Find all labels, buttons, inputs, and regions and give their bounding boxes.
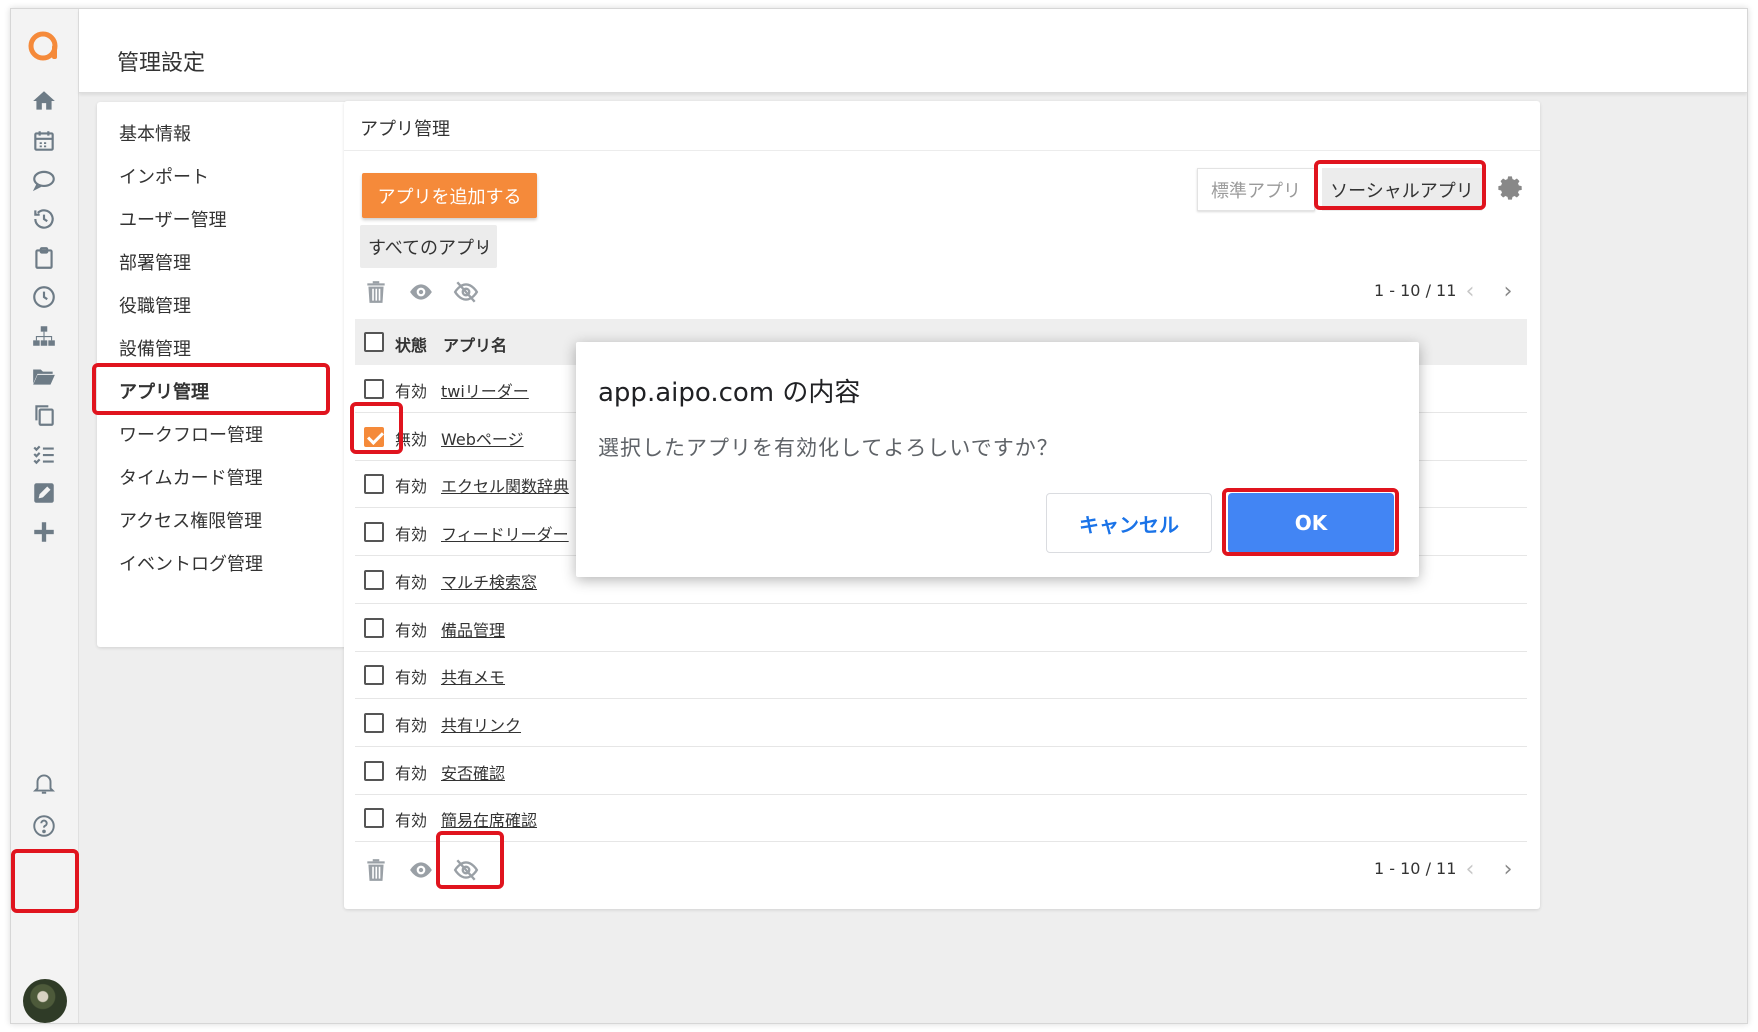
row-app-name-link[interactable]: twiリーダー [441, 378, 529, 402]
row-status: 有効 [395, 715, 428, 735]
row-app-name-link[interactable]: 簡易在席確認 [441, 807, 537, 831]
pager-text: 1 - 10 / 11 [1374, 859, 1457, 878]
settings-menu: 基本情報 インポート ユーザー管理 部署管理 役職管理 設備管理 アプリ管理 ワ… [97, 102, 372, 647]
sidebar-item-facilities[interactable]: 設備管理 [119, 335, 191, 361]
row-checkbox[interactable] [364, 760, 384, 781]
bell-icon[interactable] [27, 766, 61, 800]
checklist-icon[interactable] [27, 437, 61, 471]
plus-icon[interactable] [27, 515, 61, 549]
row-checkbox[interactable] [364, 569, 384, 590]
panel-title: アプリ管理 [360, 119, 450, 140]
clock-icon[interactable] [27, 280, 61, 314]
app-filter-select[interactable]: すべてのアプリ ⌄ [360, 225, 497, 268]
aipo-logo[interactable] [26, 29, 60, 63]
row-status: 有効 [395, 525, 428, 545]
page-title: 管理設定 [117, 51, 206, 76]
table-row: 有効 安否確認 [355, 747, 1527, 795]
gear-icon[interactable] [1496, 173, 1526, 203]
row-status: 有効 [395, 763, 428, 783]
user-avatar[interactable] [23, 979, 67, 1023]
sidebar-item-departments[interactable]: 部署管理 [119, 249, 191, 275]
dialog-message: 選択したアプリを有効化してよろしいですか？ [598, 436, 1059, 460]
table-row: 有効 共有リンク [355, 699, 1527, 747]
row-checkbox[interactable] [364, 617, 384, 638]
sidebar-item-eventlog[interactable]: イベントログ管理 [119, 550, 263, 576]
org-chart-icon[interactable] [27, 319, 61, 353]
hidden-eye-icon[interactable] [451, 855, 481, 885]
row-app-name-link[interactable]: 共有リンク [441, 712, 521, 736]
cancel-button[interactable]: キャンセル [1046, 493, 1212, 553]
folder-icon[interactable] [27, 359, 61, 393]
row-app-name-link[interactable]: 共有メモ [441, 664, 505, 688]
filter-selected-label: すべてのアプリ [368, 237, 493, 259]
row-checkbox[interactable] [364, 522, 384, 543]
row-checkbox[interactable] [364, 665, 384, 686]
sidebar-item-timecard[interactable]: タイムカード管理 [119, 464, 263, 490]
dialog-title: app.aipo.com の内容 [598, 378, 861, 408]
sidebar-item-basic-info[interactable]: 基本情報 [119, 120, 191, 146]
table-row: 有効 簡易在席確認 [355, 794, 1527, 843]
copy-icon[interactable] [27, 398, 61, 432]
tab-social-apps[interactable]: ソーシャルアプリ [1322, 168, 1482, 211]
help-icon[interactable] [27, 809, 61, 843]
tab-standard-apps[interactable]: 標準アプリ [1197, 168, 1315, 211]
row-app-name-link[interactable]: マルチ検索窓 [441, 569, 537, 593]
row-app-name-link[interactable]: 備品管理 [441, 617, 505, 641]
row-checkbox[interactable] [364, 474, 384, 495]
prev-page-button[interactable]: ‹ [1459, 281, 1481, 303]
add-app-button[interactable]: アプリを追加する [362, 173, 537, 218]
row-status: 無効 [395, 429, 428, 449]
trash-icon[interactable] [361, 855, 391, 885]
column-name: アプリ名 [443, 336, 508, 355]
row-app-name-link[interactable]: エクセル関数辞典 [441, 473, 569, 497]
top-bar: 管理設定 [79, 9, 1747, 93]
history-icon[interactable] [27, 202, 61, 236]
row-app-name-link[interactable]: 安否確認 [441, 760, 505, 784]
hidden-eye-icon[interactable] [451, 277, 481, 307]
icon-rail [11, 9, 79, 1023]
chevron-down-icon: ⌄ [477, 237, 489, 253]
row-status: 有効 [395, 811, 428, 831]
chat-icon[interactable] [27, 163, 61, 197]
row-status: 有効 [395, 382, 428, 401]
sidebar-item-users[interactable]: ユーザー管理 [119, 206, 227, 232]
trash-icon[interactable] [361, 277, 391, 307]
pager-text: 1 - 10 / 11 [1374, 281, 1457, 300]
sidebar-item-apps[interactable]: アプリ管理 [119, 378, 209, 404]
sidebar-item-positions[interactable]: 役職管理 [119, 292, 191, 318]
row-status: 有効 [395, 477, 428, 497]
row-app-name-link[interactable]: Webページ [441, 426, 524, 450]
visible-eye-icon[interactable] [406, 855, 436, 885]
table-row: 有効 備品管理 [355, 604, 1527, 652]
app-window: 管理設定 基本情報 インポート ユーザー管理 部署管理 役職管理 設備管理 アプ… [10, 8, 1748, 1024]
row-status: 有効 [395, 572, 428, 592]
home-icon[interactable] [27, 84, 61, 118]
divider [344, 150, 1540, 151]
sidebar-item-access[interactable]: アクセス権限管理 [119, 507, 262, 533]
next-page-button[interactable]: › [1497, 281, 1519, 303]
row-checkbox[interactable] [364, 379, 384, 399]
table-row: 有効 共有メモ [355, 651, 1527, 700]
calendar-icon[interactable] [27, 124, 61, 158]
select-all-checkbox[interactable] [364, 332, 384, 352]
row-status: 有効 [395, 668, 428, 688]
column-status: 状態 [395, 336, 428, 355]
row-checkbox[interactable] [364, 712, 384, 733]
row-checkbox[interactable] [364, 808, 384, 829]
prev-page-button[interactable]: ‹ [1459, 859, 1481, 881]
clipboard-icon[interactable] [27, 241, 61, 275]
visible-eye-icon[interactable] [406, 277, 436, 307]
edit-icon[interactable] [27, 476, 61, 510]
sidebar-item-workflow[interactable]: ワークフロー管理 [119, 421, 263, 447]
row-checkbox[interactable] [364, 426, 384, 447]
row-app-name-link[interactable]: フィードリーダー [441, 521, 569, 545]
confirm-dialog: app.aipo.com の内容 選択したアプリを有効化してよろしいですか？ キ… [576, 342, 1419, 577]
next-page-button[interactable]: › [1497, 859, 1519, 881]
ok-button[interactable]: OK [1228, 493, 1394, 553]
row-status: 有効 [395, 620, 428, 640]
sidebar-item-import[interactable]: インポート [119, 163, 209, 189]
